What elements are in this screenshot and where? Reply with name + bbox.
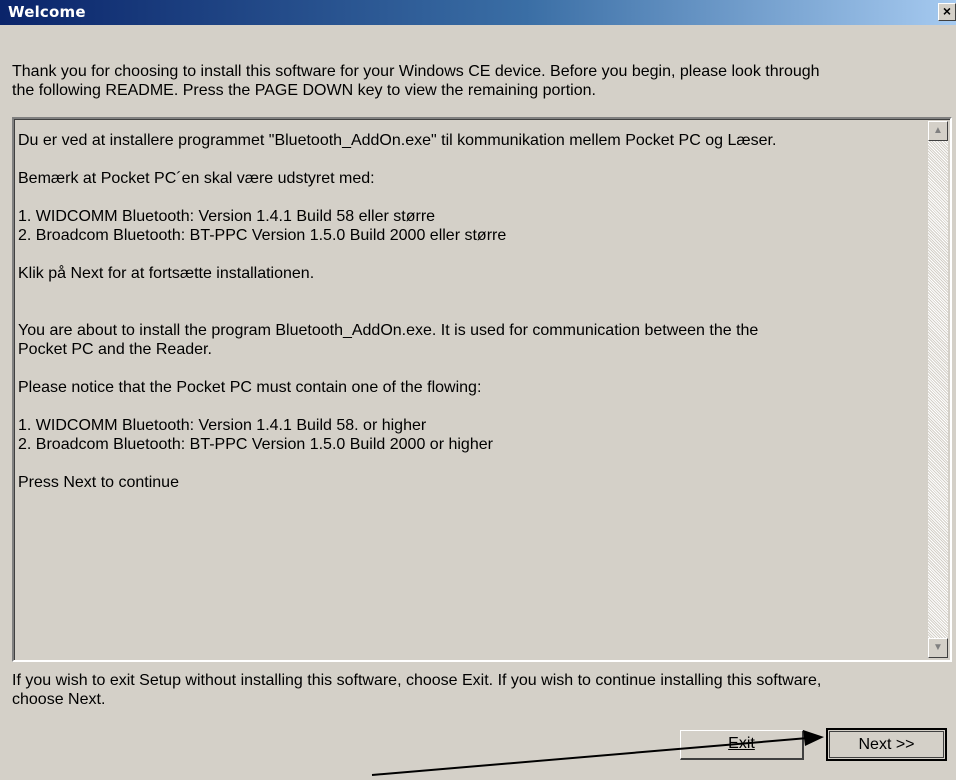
readme-line: You are about to install the program Blu…	[18, 322, 759, 339]
title-bar[interactable]: Welcome ×	[0, 0, 956, 25]
readme-line: Press Next to continue	[18, 474, 179, 491]
readme-line: 1. WIDCOMM Bluetooth: Version 1.4.1 Buil…	[18, 417, 427, 434]
readme-line: 2. Broadcom Bluetooth: BT-PPC Version 1.…	[18, 436, 493, 453]
exit-note-line: choose Next.	[12, 691, 106, 708]
close-icon: ×	[942, 3, 952, 19]
readme-textbox[interactable]: Du er ved at installere programmet "Blue…	[12, 117, 952, 662]
scroll-down-button[interactable]: ▼	[928, 638, 948, 658]
next-button[interactable]: Next >>	[826, 728, 947, 761]
close-button[interactable]: ×	[938, 3, 956, 21]
exit-instructions: If you wish to exit Setup without instal…	[12, 671, 947, 709]
exit-note-line: If you wish to exit Setup without instal…	[12, 672, 822, 689]
readme-line: 2. Broadcom Bluetooth: BT-PPC Version 1.…	[18, 227, 507, 244]
scroll-up-icon: ▲	[933, 125, 943, 136]
exit-button[interactable]: Exit	[680, 730, 804, 760]
scroll-up-button[interactable]: ▲	[928, 121, 948, 141]
readme-line: Du er ved at installere programmet "Blue…	[18, 132, 777, 149]
exit-button-label: Exit	[728, 735, 755, 752]
readme-line: Bemærk at Pocket PC´en skal være udstyre…	[18, 170, 375, 187]
vertical-scrollbar[interactable]: ▲ ▼	[928, 121, 948, 658]
readme-line: Klik på Next for at fortsætte installati…	[18, 265, 315, 282]
next-button-label: Next >>	[858, 736, 915, 753]
readme-line: Please notice that the Pocket PC must co…	[18, 379, 482, 396]
readme-line: 1. WIDCOMM Bluetooth: Version 1.4.1 Buil…	[18, 208, 436, 225]
intro-line: the following README. Press the PAGE DOW…	[12, 82, 596, 99]
intro-text: Thank you for choosing to install this s…	[12, 62, 947, 100]
readme-line: Pocket PC and the Reader.	[18, 341, 212, 358]
setup-dialog: Welcome × Thank you for choosing to inst…	[0, 0, 956, 780]
readme-content: Du er ved at installere programmet "Blue…	[18, 131, 918, 492]
scroll-down-icon: ▼	[933, 642, 943, 653]
intro-line: Thank you for choosing to install this s…	[12, 63, 820, 80]
window-title: Welcome	[8, 3, 86, 21]
